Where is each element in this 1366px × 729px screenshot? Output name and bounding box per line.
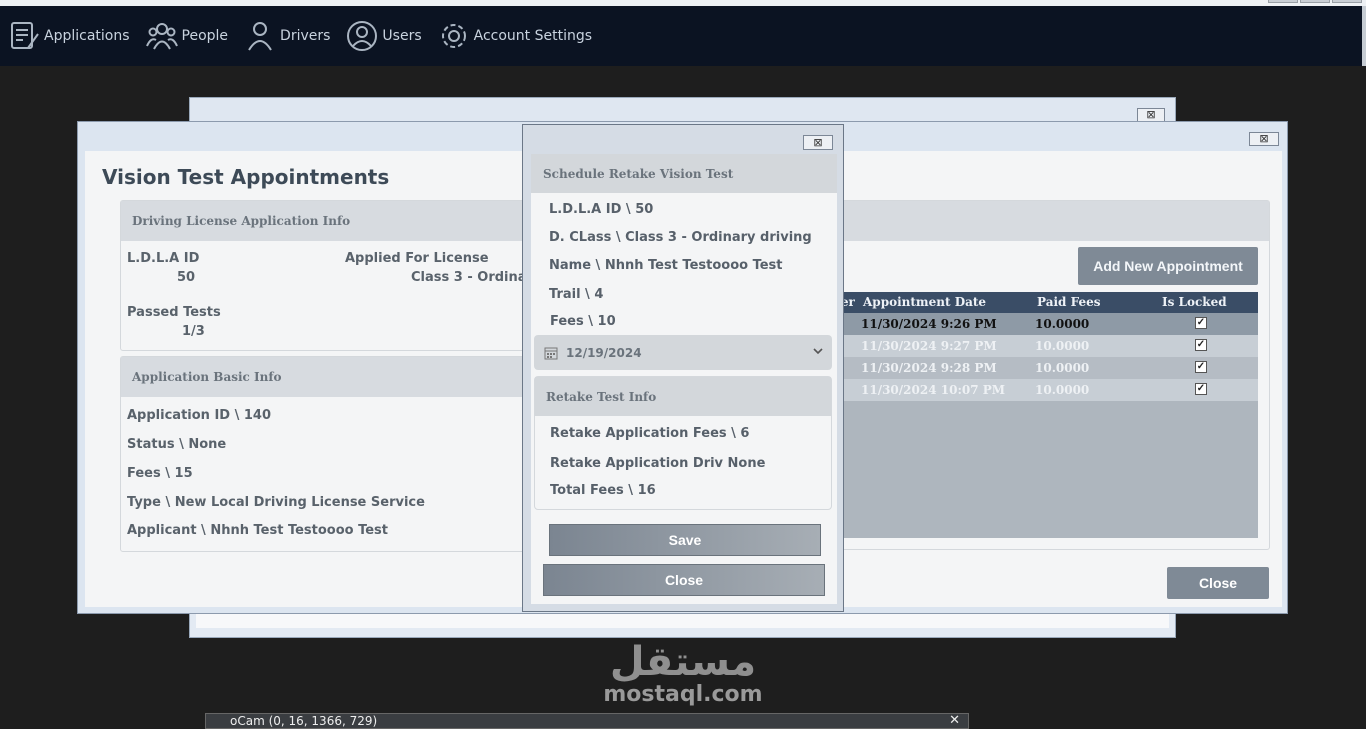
col-is-locked[interactable]: Is Locked [1162, 295, 1227, 309]
passed-tests-label: Passed Tests [127, 305, 221, 320]
dialog-close-button[interactable]: Close [543, 564, 825, 596]
dialog-name: Name \ Nhnh Test Testoooo Test [549, 258, 783, 273]
passed-tests-value: 1/3 [182, 324, 205, 339]
row-fees: 10.0000 [1035, 383, 1090, 397]
license-info-group: Driving License Application Info L.D.L.A… [120, 200, 533, 351]
row-fees: 10.0000 [1035, 361, 1090, 375]
applicant-name: Applicant \ Nhnh Test Testoooo Test [127, 523, 389, 538]
watermark: مستقل mostaql.com [598, 640, 768, 706]
ocam-recorder-bar: oCam (0, 16, 1366, 729) ✕ [205, 713, 969, 729]
application-fees: Fees \ 15 [127, 466, 193, 481]
menu-account-settings[interactable]: Account Settings [438, 20, 592, 52]
menu-people[interactable]: People [145, 20, 229, 52]
table-row[interactable]: 11/30/2024 10:07 PM 10.0000 ✓ [823, 379, 1258, 401]
appointments-grid[interactable]: river Appointment Date Paid Fees Is Lock… [823, 292, 1258, 538]
main-close-button[interactable]: Close [1167, 567, 1269, 599]
retake-application-driv: Retake Application Driv None [550, 456, 766, 471]
gear-icon [441, 24, 466, 48]
menu-people-label: People [181, 28, 229, 44]
dialog-close-x-button[interactable]: ⊠ [803, 135, 833, 150]
total-fees: Total Fees \ 16 [550, 483, 656, 498]
grid-header: river Appointment Date Paid Fees Is Lock… [823, 292, 1258, 313]
dialog-trail: Trail \ 4 [549, 287, 604, 302]
appointment-date-picker[interactable]: 12/19/2024 [534, 335, 832, 370]
watermark-arabic: مستقل [609, 639, 757, 685]
row-locked-checkbox[interactable]: ✓ [1195, 317, 1207, 329]
background-window-close-button[interactable]: ⊠ [1137, 108, 1165, 122]
row-date: 11/30/2024 9:27 PM [861, 339, 997, 353]
retake-test-info-group: Retake Test Info Retake Application Fees… [534, 376, 832, 510]
calendar-icon [544, 347, 558, 359]
ocam-close-icon[interactable]: ✕ [949, 714, 960, 728]
main-menu-bar: Applications People Drivers Users Accoun… [0, 6, 1366, 66]
watermark-latin: mostaql.com [603, 682, 763, 707]
row-fees: 10.0000 [1035, 317, 1090, 331]
ldla-label: L.D.L.A ID [127, 251, 200, 266]
ldla-value: 50 [177, 270, 196, 285]
menu-account-settings-label: Account Settings [473, 28, 593, 44]
background-window-footer [196, 614, 1169, 628]
schedule-retake-dialog: ⊠ Schedule Retake Vision Test L.D.L.A ID… [522, 124, 844, 612]
menu-drivers-label: Drivers [280, 28, 331, 44]
application-type: Type \ New Local Driving License Service [127, 495, 425, 510]
table-row[interactable]: 11/30/2024 9:26 PM 10.0000 ✓ [823, 313, 1258, 335]
dialog-fees: Fees \ 10 [550, 314, 616, 329]
maximize-button[interactable] [1300, 0, 1330, 3]
chevron-down-icon[interactable] [812, 345, 824, 357]
appointment-date-value: 12/19/2024 [566, 345, 642, 360]
window-close-button[interactable] [1332, 0, 1362, 3]
row-locked-checkbox[interactable]: ✓ [1195, 339, 1207, 351]
col-appointment-date[interactable]: Appointment Date [863, 295, 986, 309]
applied-license-label: Applied For License [345, 251, 489, 266]
save-button[interactable]: Save [549, 524, 821, 556]
basic-info-header: Application Basic Info [121, 357, 529, 397]
applied-license-value: Class 3 - Ordinar [411, 270, 533, 285]
users-icon [347, 21, 378, 51]
menu-applications-label: Applications [44, 28, 130, 44]
col-paid-fees[interactable]: Paid Fees [1037, 295, 1101, 309]
row-locked-checkbox[interactable]: ✓ [1195, 361, 1207, 373]
minimize-button[interactable] [1268, 0, 1298, 3]
applications-icon [11, 22, 39, 49]
basic-info-group: Application Basic Info Application ID \ … [120, 356, 530, 552]
row-fees: 10.0000 [1035, 339, 1090, 353]
table-row[interactable]: 11/30/2024 9:28 PM 10.0000 ✓ [823, 357, 1258, 379]
menubar-edge [1362, 6, 1366, 66]
row-date: 11/30/2024 10:07 PM [861, 383, 1006, 397]
retake-test-info-header: Retake Test Info [535, 377, 831, 416]
drivers-icon [248, 22, 272, 51]
dialog-client: Schedule Retake Vision Test L.D.L.A ID \… [531, 154, 837, 604]
add-new-appointment-button[interactable]: Add New Appointment [1078, 247, 1258, 285]
row-date: 11/30/2024 9:26 PM [861, 317, 997, 331]
dialog-header: Schedule Retake Vision Test [531, 154, 837, 193]
table-row[interactable]: 11/30/2024 9:27 PM 10.0000 ✓ [823, 335, 1258, 357]
dialog-ldla: L.D.L.A ID \ 50 [549, 202, 654, 217]
application-status: Status \ None [127, 437, 227, 452]
row-date: 11/30/2024 9:28 PM [861, 361, 997, 375]
retake-application-fees: Retake Application Fees \ 6 [550, 426, 750, 441]
dialog-dclass: D. CLass \ Class 3 - Ordinary driving [549, 230, 812, 245]
license-info-header: Driving License Application Info [121, 201, 529, 241]
people-icon [145, 23, 178, 50]
application-id: Application ID \ 140 [127, 408, 272, 423]
ocam-title: oCam (0, 16, 1366, 729) [230, 714, 378, 728]
row-locked-checkbox[interactable]: ✓ [1195, 383, 1207, 395]
menu-drivers[interactable]: Drivers [244, 20, 330, 52]
page-title: Vision Test Appointments [102, 165, 390, 189]
menu-users-label: Users [382, 28, 422, 44]
menu-applications[interactable]: Applications [8, 20, 130, 52]
menu-users[interactable]: Users [346, 20, 422, 52]
main-window-close-button[interactable]: ⊠ [1249, 132, 1279, 146]
